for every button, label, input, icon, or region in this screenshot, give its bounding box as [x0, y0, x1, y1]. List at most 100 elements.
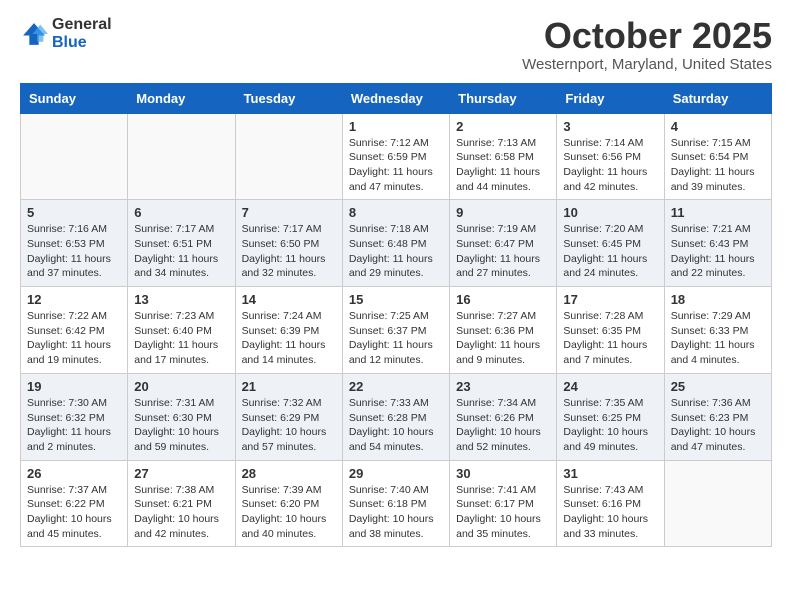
day-info: Sunrise: 7:23 AM Sunset: 6:40 PM Dayligh… — [134, 309, 228, 368]
day-number: 5 — [27, 205, 121, 220]
day-info: Sunrise: 7:18 AM Sunset: 6:48 PM Dayligh… — [349, 222, 443, 281]
day-info: Sunrise: 7:17 AM Sunset: 6:51 PM Dayligh… — [134, 222, 228, 281]
day-info: Sunrise: 7:20 AM Sunset: 6:45 PM Dayligh… — [563, 222, 657, 281]
calendar-cell: 27 Sunrise: 7:38 AM Sunset: 6:21 PM Dayli… — [128, 460, 235, 547]
day-info: Sunrise: 7:21 AM Sunset: 6:43 PM Dayligh… — [671, 222, 765, 281]
day-info: Sunrise: 7:27 AM Sunset: 6:36 PM Dayligh… — [456, 309, 550, 368]
calendar-cell: 17 Sunrise: 7:28 AM Sunset: 6:35 PM Dayli… — [557, 287, 664, 374]
day-number: 20 — [134, 379, 228, 394]
col-saturday: Saturday — [664, 83, 771, 113]
calendar-cell: 4 Sunrise: 7:15 AM Sunset: 6:54 PM Daylig… — [664, 113, 771, 200]
calendar-cell: 1 Sunrise: 7:12 AM Sunset: 6:59 PM Daylig… — [342, 113, 449, 200]
day-info: Sunrise: 7:13 AM Sunset: 6:58 PM Dayligh… — [456, 136, 550, 195]
col-monday: Monday — [128, 83, 235, 113]
day-number: 10 — [563, 205, 657, 220]
calendar-week-row-2: 5 Sunrise: 7:16 AM Sunset: 6:53 PM Daylig… — [21, 200, 772, 287]
logo-text: General Blue — [52, 16, 112, 51]
calendar-cell — [128, 113, 235, 200]
calendar-week-row-3: 12Sunrise: 7:22 AM Sunset: 6:42 PM Dayli… — [21, 287, 772, 374]
calendar-cell: 19 Sunrise: 7:30 AM Sunset: 6:32 PM Dayli… — [21, 373, 128, 460]
col-tuesday: Tuesday — [235, 83, 342, 113]
day-number: 1 — [349, 119, 443, 134]
calendar-cell: 11Sunrise: 7:21 AM Sunset: 6:43 PM Dayli… — [664, 200, 771, 287]
calendar-cell: 12Sunrise: 7:22 AM Sunset: 6:42 PM Dayli… — [21, 287, 128, 374]
title-block: October 2025 Westernport, Maryland, Unit… — [522, 16, 772, 73]
day-info: Sunrise: 7:31 AM Sunset: 6:30 PM Dayligh… — [134, 396, 228, 455]
day-info: Sunrise: 7:33 AM Sunset: 6:28 PM Dayligh… — [349, 396, 443, 455]
day-info: Sunrise: 7:34 AM Sunset: 6:26 PM Dayligh… — [456, 396, 550, 455]
day-info: Sunrise: 7:16 AM Sunset: 6:53 PM Dayligh… — [27, 222, 121, 281]
day-info: Sunrise: 7:29 AM Sunset: 6:33 PM Dayligh… — [671, 309, 765, 368]
calendar-cell: 22 Sunrise: 7:33 AM Sunset: 6:28 PM Dayli… — [342, 373, 449, 460]
calendar-header-row: Sunday Monday Tuesday Wednesday Thursday… — [21, 83, 772, 113]
calendar-cell: 30 Sunrise: 7:41 AM Sunset: 6:17 PM Dayli… — [450, 460, 557, 547]
calendar-cell: 10 Sunrise: 7:20 AM Sunset: 6:45 PM Dayli… — [557, 200, 664, 287]
col-friday: Friday — [557, 83, 664, 113]
calendar-cell: 31 Sunrise: 7:43 AM Sunset: 6:16 PM Dayli… — [557, 460, 664, 547]
day-info: Sunrise: 7:15 AM Sunset: 6:54 PM Dayligh… — [671, 136, 765, 195]
day-number: 12 — [27, 292, 121, 307]
day-number: 28 — [242, 466, 336, 481]
location-title: Westernport, Maryland, United States — [522, 56, 772, 73]
day-number: 13 — [134, 292, 228, 307]
calendar-week-row-1: 1 Sunrise: 7:12 AM Sunset: 6:59 PM Daylig… — [21, 113, 772, 200]
calendar-cell: 6 Sunrise: 7:17 AM Sunset: 6:51 PM Daylig… — [128, 200, 235, 287]
calendar-cell: 20 Sunrise: 7:31 AM Sunset: 6:30 PM Dayli… — [128, 373, 235, 460]
day-info: Sunrise: 7:43 AM Sunset: 6:16 PM Dayligh… — [563, 483, 657, 542]
col-thursday: Thursday — [450, 83, 557, 113]
col-sunday: Sunday — [21, 83, 128, 113]
calendar-cell: 7 Sunrise: 7:17 AM Sunset: 6:50 PM Daylig… — [235, 200, 342, 287]
day-number: 2 — [456, 119, 550, 134]
calendar-cell: 13 Sunrise: 7:23 AM Sunset: 6:40 PM Dayli… — [128, 287, 235, 374]
day-number: 30 — [456, 466, 550, 481]
calendar-cell: 5 Sunrise: 7:16 AM Sunset: 6:53 PM Daylig… — [21, 200, 128, 287]
day-number: 15 — [349, 292, 443, 307]
day-number: 6 — [134, 205, 228, 220]
day-info: Sunrise: 7:32 AM Sunset: 6:29 PM Dayligh… — [242, 396, 336, 455]
day-number: 22 — [349, 379, 443, 394]
day-number: 17 — [563, 292, 657, 307]
day-info: Sunrise: 7:17 AM Sunset: 6:50 PM Dayligh… — [242, 222, 336, 281]
day-info: Sunrise: 7:12 AM Sunset: 6:59 PM Dayligh… — [349, 136, 443, 195]
day-info: Sunrise: 7:37 AM Sunset: 6:22 PM Dayligh… — [27, 483, 121, 542]
calendar-cell: 15Sunrise: 7:25 AM Sunset: 6:37 PM Dayli… — [342, 287, 449, 374]
day-info: Sunrise: 7:39 AM Sunset: 6:20 PM Dayligh… — [242, 483, 336, 542]
calendar-week-row-4: 19 Sunrise: 7:30 AM Sunset: 6:32 PM Dayli… — [21, 373, 772, 460]
day-number: 25 — [671, 379, 765, 394]
day-info: Sunrise: 7:28 AM Sunset: 6:35 PM Dayligh… — [563, 309, 657, 368]
calendar-cell: 14 Sunrise: 7:24 AM Sunset: 6:39 PM Dayli… — [235, 287, 342, 374]
day-number: 19 — [27, 379, 121, 394]
logo: General Blue — [20, 16, 112, 51]
month-title: October 2025 — [522, 16, 772, 56]
day-info: Sunrise: 7:24 AM Sunset: 6:39 PM Dayligh… — [242, 309, 336, 368]
day-number: 18 — [671, 292, 765, 307]
day-number: 7 — [242, 205, 336, 220]
logo-blue: Blue — [52, 34, 112, 52]
calendar-cell: 29Sunrise: 7:40 AM Sunset: 6:18 PM Dayli… — [342, 460, 449, 547]
day-number: 27 — [134, 466, 228, 481]
day-number: 29 — [349, 466, 443, 481]
day-number: 4 — [671, 119, 765, 134]
calendar-cell: 23Sunrise: 7:34 AM Sunset: 6:26 PM Dayli… — [450, 373, 557, 460]
day-info: Sunrise: 7:14 AM Sunset: 6:56 PM Dayligh… — [563, 136, 657, 195]
calendar-cell: 8 Sunrise: 7:18 AM Sunset: 6:48 PM Daylig… — [342, 200, 449, 287]
calendar-cell — [21, 113, 128, 200]
logo-icon — [20, 20, 48, 48]
day-info: Sunrise: 7:41 AM Sunset: 6:17 PM Dayligh… — [456, 483, 550, 542]
day-info: Sunrise: 7:30 AM Sunset: 6:32 PM Dayligh… — [27, 396, 121, 455]
day-number: 16 — [456, 292, 550, 307]
day-number: 31 — [563, 466, 657, 481]
calendar-cell: 26 Sunrise: 7:37 AM Sunset: 6:22 PM Dayli… — [21, 460, 128, 547]
day-number: 14 — [242, 292, 336, 307]
day-info: Sunrise: 7:38 AM Sunset: 6:21 PM Dayligh… — [134, 483, 228, 542]
day-info: Sunrise: 7:35 AM Sunset: 6:25 PM Dayligh… — [563, 396, 657, 455]
day-number: 3 — [563, 119, 657, 134]
calendar-cell: 18 Sunrise: 7:29 AM Sunset: 6:33 PM Dayli… — [664, 287, 771, 374]
day-number: 9 — [456, 205, 550, 220]
calendar-cell: 25Sunrise: 7:36 AM Sunset: 6:23 PM Dayli… — [664, 373, 771, 460]
day-number: 26 — [27, 466, 121, 481]
day-info: Sunrise: 7:19 AM Sunset: 6:47 PM Dayligh… — [456, 222, 550, 281]
calendar-cell: 2 Sunrise: 7:13 AM Sunset: 6:58 PM Daylig… — [450, 113, 557, 200]
day-number: 8 — [349, 205, 443, 220]
logo-general: General — [52, 16, 112, 34]
